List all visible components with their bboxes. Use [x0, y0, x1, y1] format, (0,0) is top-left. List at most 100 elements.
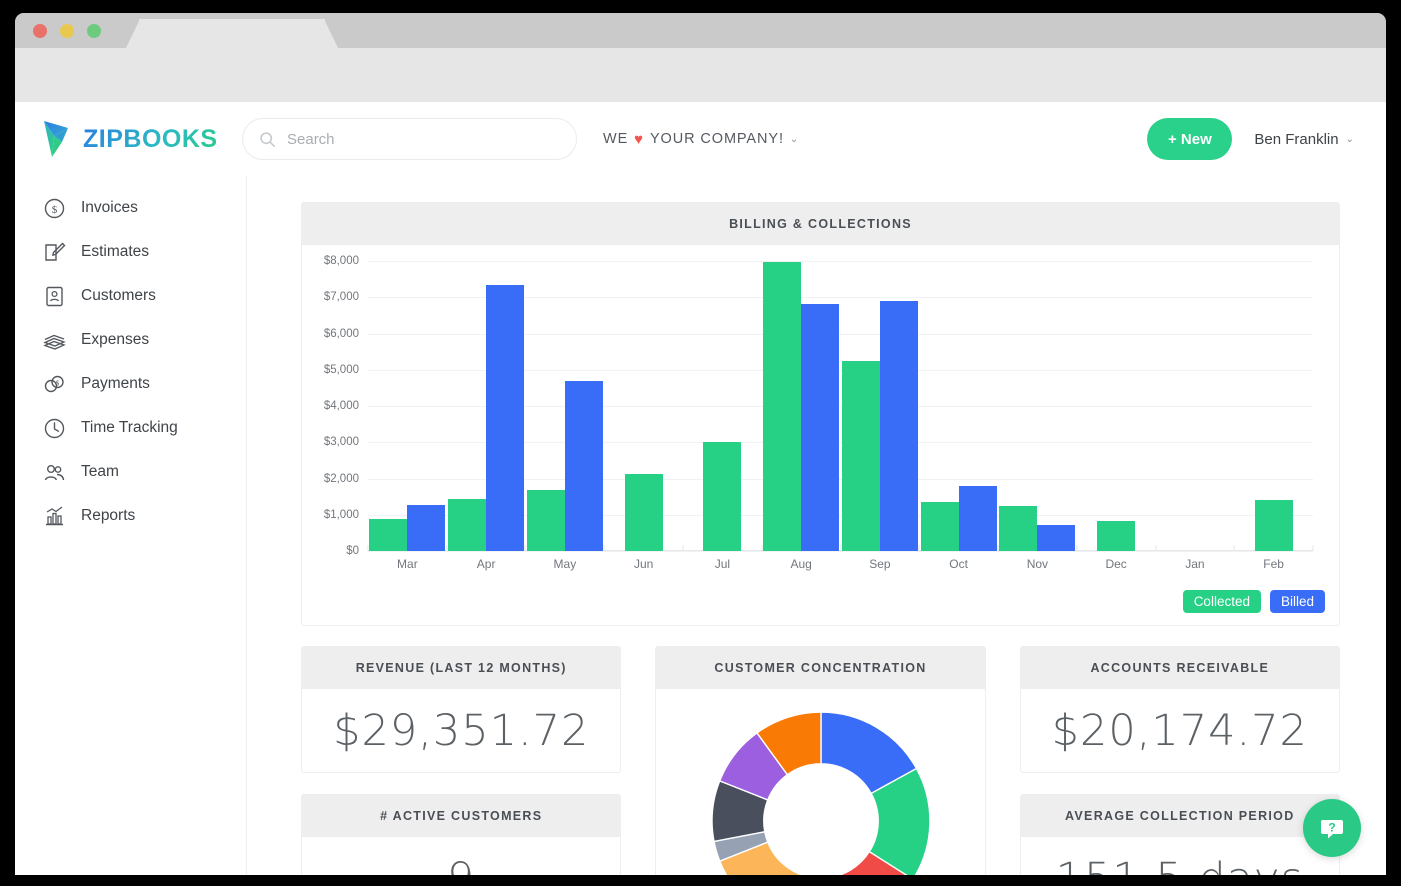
x-axis-tick: [446, 545, 448, 551]
bar-group: [604, 261, 683, 551]
x-axis-tick-label: Mar: [397, 557, 418, 571]
donut-title: CUSTOMER CONCENTRATION: [656, 647, 985, 689]
zipbooks-bolt-icon: [44, 121, 68, 157]
money-stack-icon: [43, 329, 66, 352]
x-axis-tick: [603, 545, 605, 551]
company-prefix: WE: [603, 131, 629, 147]
legend-item-billed[interactable]: Billed: [1269, 590, 1325, 613]
bar-billed-nov: [1037, 524, 1076, 551]
browser-window: ZIPBOOKS WE ♥ YOUR COMPANY! ⌄ + New: [15, 13, 1386, 875]
help-chat-button[interactable]: ?: [1303, 799, 1361, 857]
accounts-receivable-title: ACCOUNTS RECEIVABLE: [1020, 647, 1340, 689]
x-axis-tick-label: Sep: [869, 557, 891, 571]
x-axis-tick: [1155, 545, 1156, 551]
sidebar-item-customers[interactable]: Customers: [15, 274, 246, 318]
revenue-value: $29,351.72: [333, 705, 590, 756]
collection-period-card: AVERAGE COLLECTION PERIOD 151.5 days: [1019, 794, 1341, 875]
accounts-receivable-card: ACCOUNTS RECEIVABLE $20,174.72: [1019, 646, 1341, 773]
minimize-window-button[interactable]: [60, 24, 74, 38]
sidebar-item-estimates[interactable]: Estimates: [15, 230, 246, 274]
x-axis-tick: [997, 545, 999, 551]
x-axis-tick-label: Jan: [1185, 557, 1205, 571]
app-header: ZIPBOOKS WE ♥ YOUR COMPANY! ⌄ + New: [15, 102, 1386, 176]
bar-collected-dec: [1097, 520, 1136, 551]
x-axis-tick-label: Nov: [1026, 557, 1049, 571]
sidebar-item-team[interactable]: Team: [15, 450, 246, 494]
chart-legend: Collected Billed: [1182, 590, 1325, 613]
bar-chart-icon: [43, 505, 66, 528]
bar-billed-oct: [958, 485, 997, 551]
main-content: BILLING & COLLECTIONS $0 $1,000 $2,000 $3,0…: [247, 176, 1386, 875]
browser-tab-label: [139, 19, 325, 48]
stat-cards-row: REVENUE (LAST 12 MONTHS) $29,351.72 # AC…: [301, 646, 1341, 875]
bar-collected-jun: [624, 474, 663, 551]
sidebar-item-label: Estimates: [81, 243, 150, 260]
bar-collected-mar: [369, 519, 408, 551]
bar-collected-apr: [448, 499, 487, 551]
company-switcher[interactable]: WE ♥ YOUR COMPANY! ⌄: [603, 131, 799, 148]
sidebar-item-label: Expenses: [81, 331, 150, 348]
bar-group: [1156, 261, 1235, 551]
close-window-button[interactable]: [33, 24, 47, 38]
bar-group: [998, 261, 1077, 551]
heart-icon: ♥: [634, 130, 644, 148]
x-axis-tick-label: Oct: [949, 557, 968, 571]
bar-billed-aug: [801, 304, 840, 551]
sidebar-item-time-tracking[interactable]: Time Tracking: [15, 406, 246, 450]
x-axis-tick: [682, 545, 684, 551]
x-axis-tick: [524, 545, 526, 551]
y-axis-tick-label: $8,000: [323, 255, 359, 267]
svg-text:$: $: [56, 379, 60, 387]
x-axis-tick-label: Jun: [633, 557, 654, 571]
sidebar-item-label: Payments: [81, 375, 150, 392]
sidebar-item-reports[interactable]: Reports: [15, 494, 246, 538]
logo-text: ZIPBOOKS: [83, 124, 218, 153]
bar-collected-jul: [703, 441, 742, 551]
y-axis-tick-label: $7,000: [323, 291, 359, 304]
bar-group: [919, 261, 998, 551]
bar-collected-nov: [999, 505, 1038, 551]
left-stat-column: REVENUE (LAST 12 MONTHS) $29,351.72 # AC…: [301, 646, 622, 875]
id-card-icon: [43, 285, 66, 308]
active-customers-card: # ACTIVE CUSTOMERS 9: [301, 794, 622, 875]
sidebar-item-payments[interactable]: $ Payments: [15, 362, 246, 406]
x-axis-tick-label: Aug: [790, 557, 812, 571]
x-axis-tick-label: Apr: [476, 557, 496, 571]
sidebar-item-expenses[interactable]: Expenses: [15, 318, 246, 362]
bar-billed-mar: [407, 505, 446, 551]
bar-billed-sep: [879, 301, 918, 551]
y-axis-tick-label: $2,000: [323, 472, 359, 485]
header-actions: + New Ben Franklin ⌄: [1147, 118, 1354, 160]
sidebar: $ Invoices Estimates Customers Expenses $ Paym…: [15, 176, 247, 875]
coins-icon: $: [43, 373, 66, 396]
gridline: [368, 551, 1313, 552]
app-root: ZIPBOOKS WE ♥ YOUR COMPANY! ⌄ + New: [15, 102, 1386, 875]
clock-icon: [43, 417, 66, 440]
bar-collected-may: [526, 490, 565, 551]
y-axis-tick-label: $3,000: [323, 436, 359, 449]
sidebar-item-label: Time Tracking: [81, 419, 178, 436]
sidebar-item-invoices[interactable]: $ Invoices: [15, 186, 246, 230]
maximize-window-button[interactable]: [87, 24, 101, 38]
bar-group: [841, 261, 920, 551]
x-axis-tick: [1076, 545, 1078, 551]
search-input[interactable]: [287, 130, 537, 148]
y-axis-tick-label: $6,000: [323, 327, 359, 340]
search-box[interactable]: [242, 118, 577, 160]
active-customers-title: # ACTIVE CUSTOMERS: [302, 795, 621, 837]
revenue-title: REVENUE (LAST 12 MONTHS): [302, 647, 621, 689]
chevron-down-icon: ⌄: [1345, 133, 1354, 145]
legend-item-collected[interactable]: Collected: [1182, 590, 1261, 613]
sidebar-item-label: Invoices: [81, 199, 138, 216]
user-menu[interactable]: Ben Franklin ⌄: [1254, 131, 1354, 148]
chevron-down-icon: ⌄: [789, 133, 800, 145]
new-button[interactable]: + New: [1147, 118, 1233, 160]
x-axis-tick-label: May: [553, 557, 577, 571]
bar-billed-apr: [486, 284, 525, 551]
app-logo[interactable]: ZIPBOOKS: [42, 119, 238, 159]
bar-collected-feb: [1254, 499, 1293, 551]
svg-text:?: ?: [1328, 821, 1335, 835]
customer-concentration-card: CUSTOMER CONCENTRATION: [655, 646, 986, 875]
billing-collections-card: BILLING & COLLECTIONS $0 $1,000 $2,000 $3,0…: [301, 202, 1340, 626]
browser-tab[interactable]: [139, 19, 325, 48]
